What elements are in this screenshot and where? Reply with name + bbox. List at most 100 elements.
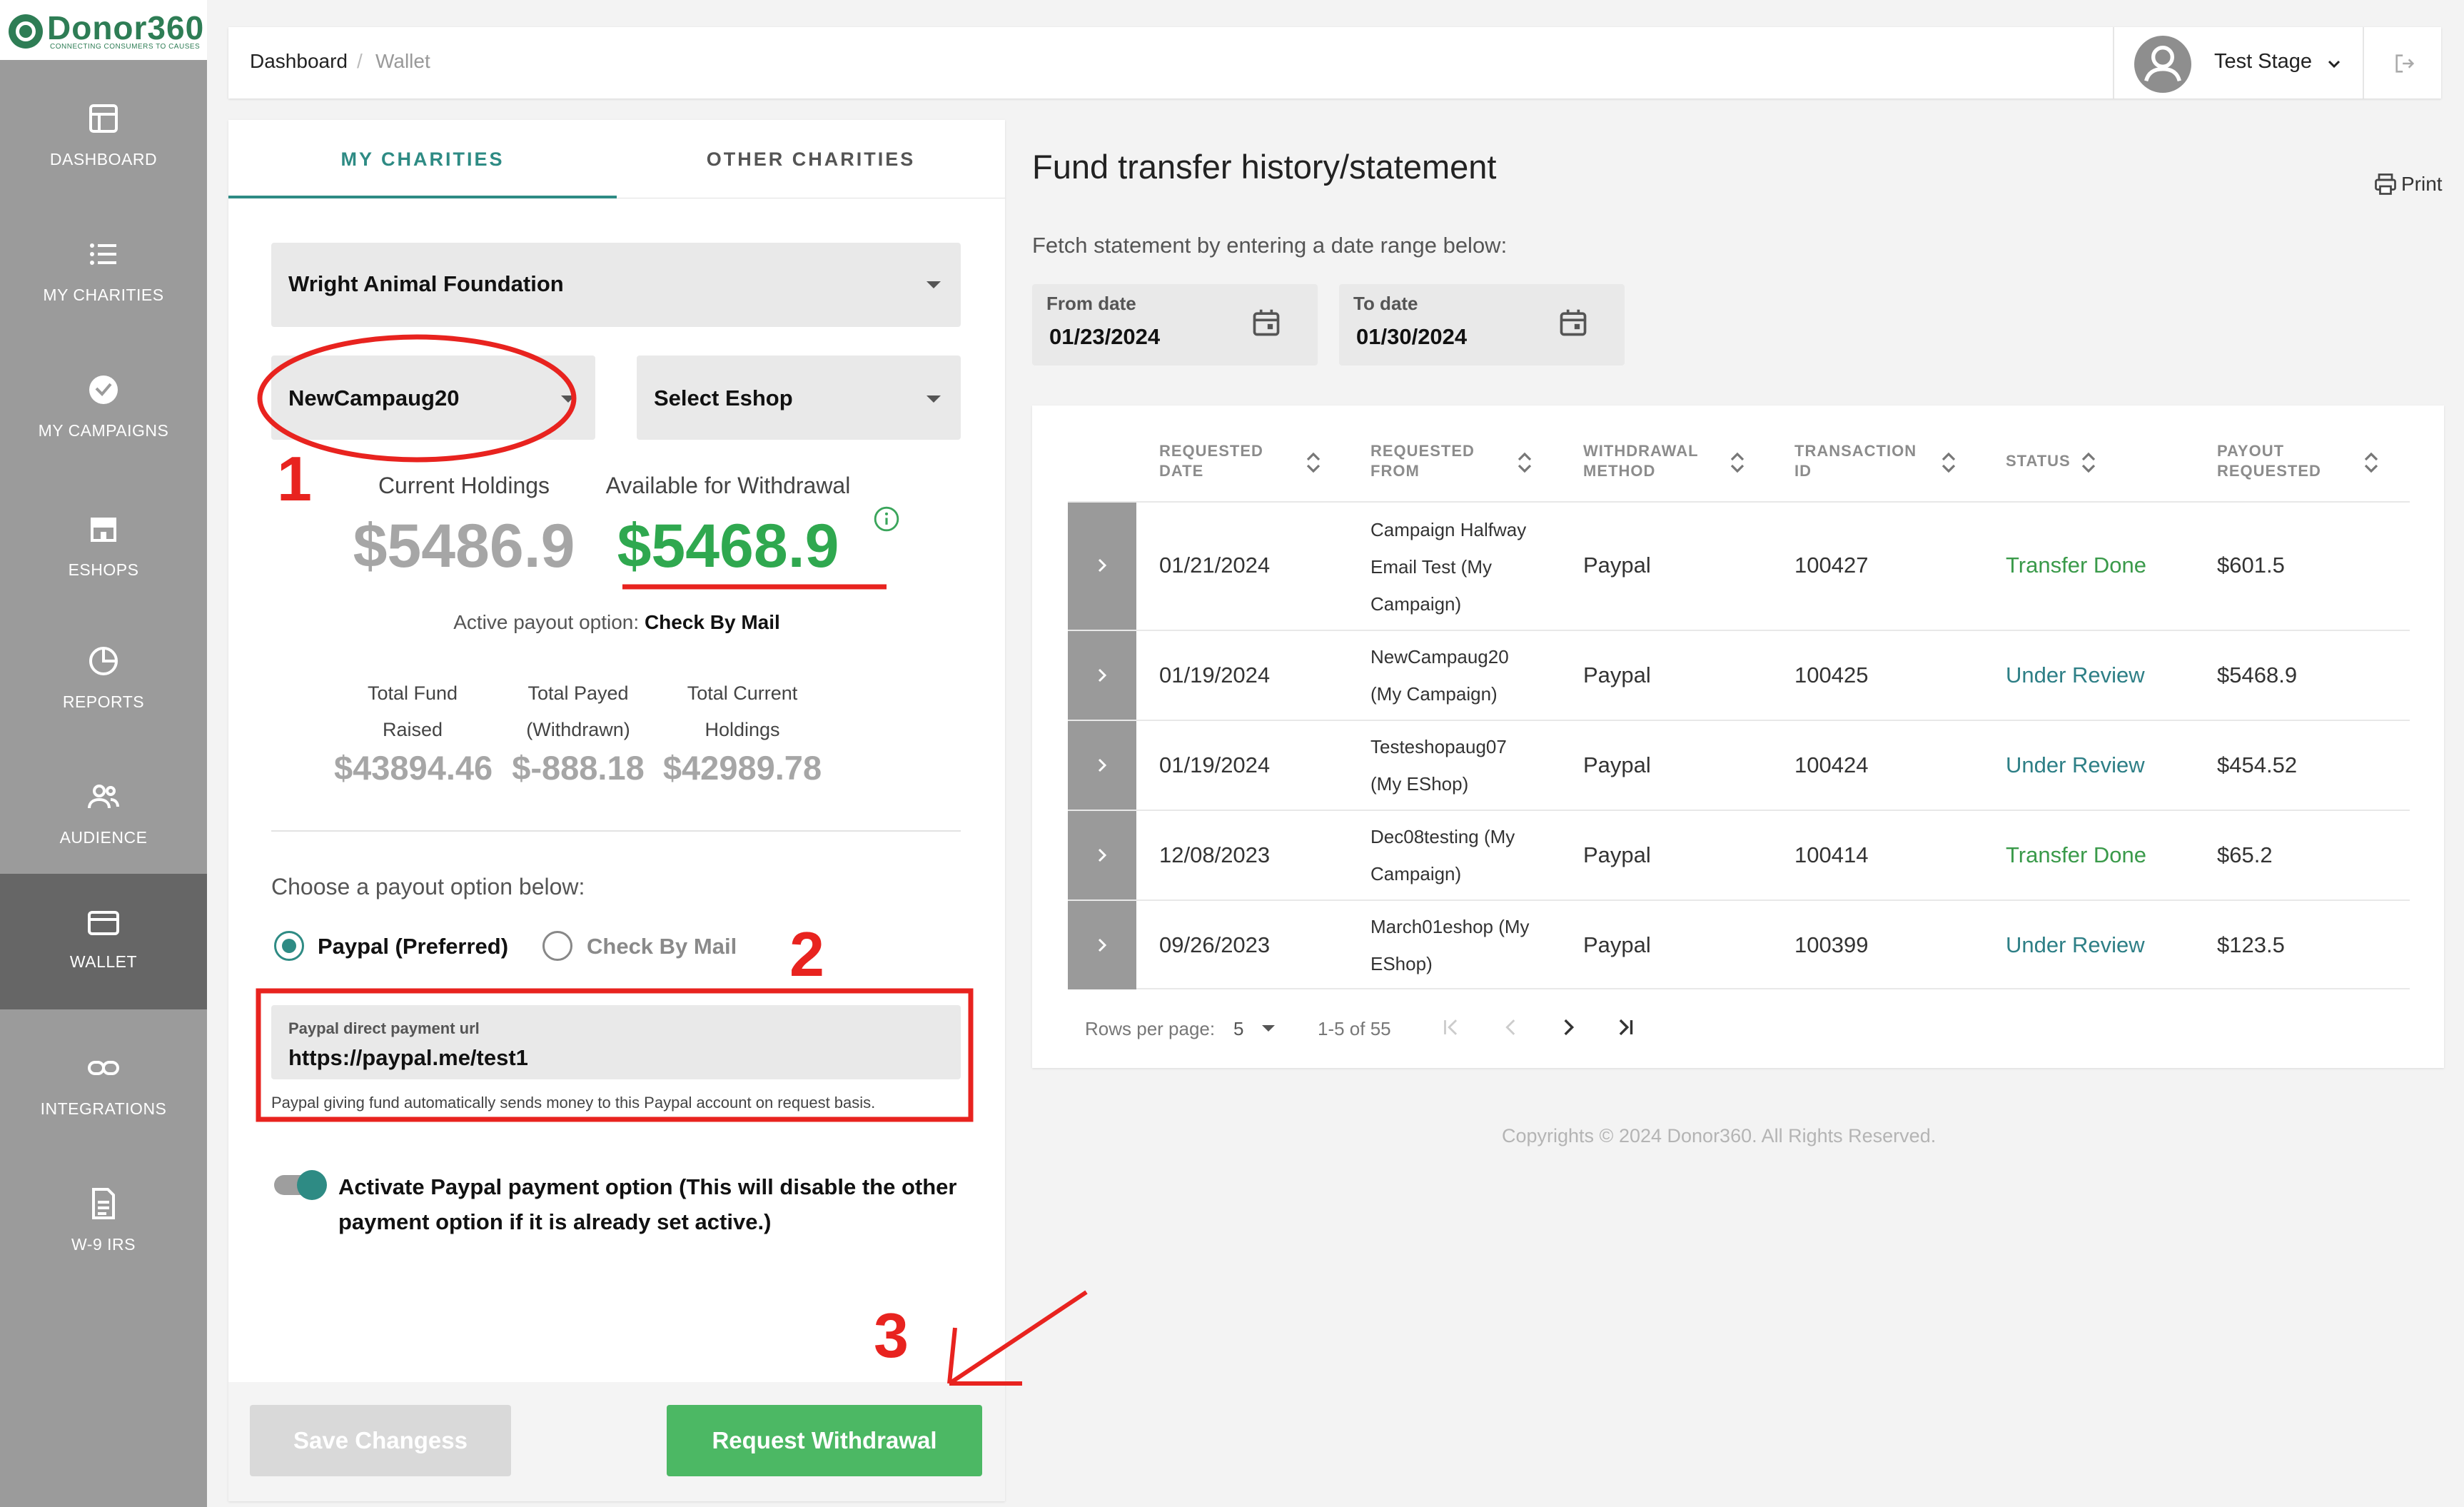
- payout-amount: $123.5: [2217, 932, 2285, 957]
- activate-paypal-line: Activate Paypal payment option (This wil…: [338, 1174, 957, 1199]
- sidebar-item-dashboard[interactable]: DASHBOARD: [0, 71, 207, 207]
- sidebar-item-audience[interactable]: AUDIENCE: [0, 750, 207, 885]
- column-header-withdrawal-method[interactable]: WITHDRAWAL METHOD: [1583, 441, 1699, 481]
- column-header-requested-date[interactable]: REQUESTED DATE: [1159, 441, 1263, 481]
- print-button[interactable]: Print: [2401, 173, 2443, 196]
- stat-value: $-888.18: [512, 749, 645, 787]
- brand-tagline: CONNECTING CONSUMERS TO CAUSES: [50, 43, 201, 51]
- logout-icon[interactable]: [2393, 51, 2417, 76]
- activate-paypal-text: Activate Paypal payment option (This wil…: [338, 1169, 981, 1239]
- printer-icon[interactable]: [2373, 171, 2398, 197]
- status-badge: Under Review: [2006, 662, 2145, 687]
- fund-transfer-table: REQUESTED DATE REQUESTED FROM WITHDRAWAL ME…: [1032, 405, 2444, 1068]
- sort-icon[interactable]: [1305, 450, 1322, 475]
- eshop-select[interactable]: Select Eshop: [637, 356, 961, 440]
- expand-row-button[interactable]: [1068, 631, 1136, 720]
- sidebar-item-eshops[interactable]: ESHOPS: [0, 482, 207, 618]
- payout-amount: $65.2: [2217, 842, 2273, 867]
- stat-total-payed: Total Payed (Withdrawn) $-888.18: [507, 675, 650, 787]
- from-date-field[interactable]: From date 01/23/2024: [1032, 284, 1318, 366]
- status-badge: Under Review: [2006, 752, 2145, 777]
- chevron-down-icon[interactable]: [2326, 56, 2343, 73]
- paypal-help-text: Paypal giving fund automatically sends m…: [271, 1094, 876, 1112]
- table-row[interactable]: 01/21/2024 Campaign Halfway Email Test (M…: [1068, 501, 2410, 630]
- withdrawal-method: Paypal: [1583, 553, 1651, 578]
- table-row[interactable]: 01/19/2024 Testeshopaug07 (My EShop) Payp…: [1068, 720, 2410, 810]
- tab-other-charities[interactable]: OTHER CHARITIES: [617, 148, 1005, 171]
- available-withdrawal-label: Available for Withdrawal: [605, 473, 851, 498]
- sidebar-item-wallet[interactable]: WALLET: [0, 874, 207, 1009]
- sidebar-item-my-campaigns[interactable]: MY CAMPAIGNS: [0, 343, 207, 478]
- sidebar-item-label: MY CAMPAIGNS: [38, 421, 169, 440]
- sidebar-item-reports[interactable]: REPORTS: [0, 614, 207, 750]
- paypal-radio[interactable]: [274, 931, 304, 961]
- requested-date: 12/08/2023: [1159, 842, 1271, 867]
- footer-copyright: Copyrights © 2024 Donor360. All Rights R…: [1502, 1125, 1937, 1146]
- expand-row-button[interactable]: [1068, 901, 1136, 989]
- sort-icon[interactable]: [1516, 450, 1533, 475]
- check-by-mail-option-label[interactable]: Check By Mail: [587, 934, 737, 959]
- sort-icon[interactable]: [1940, 450, 1957, 475]
- avatar[interactable]: [2134, 36, 2191, 93]
- campaign-select[interactable]: NewCampaug20: [271, 356, 595, 440]
- expand-row-button[interactable]: [1068, 811, 1136, 899]
- table-row[interactable]: 01/19/2024 NewCampaug20 (My Campaign) Pay…: [1068, 630, 2410, 720]
- rows-per-page-select[interactable]: 5: [1233, 1018, 1243, 1040]
- chevron-right-icon: [1098, 558, 1107, 573]
- dropdown-arrow-icon: [926, 395, 941, 403]
- sidebar-item-integrations[interactable]: INTEGRATIONS: [0, 1021, 207, 1156]
- stat-total-fund-raised: Total Fund Raised $43894.46: [334, 675, 493, 787]
- tab-my-charities[interactable]: MY CHARITIES: [228, 148, 617, 171]
- request-withdrawal-button[interactable]: Request Withdrawal: [667, 1405, 982, 1476]
- requested-date: 09/26/2023: [1159, 932, 1271, 957]
- activate-paypal-toggle[interactable]: [274, 1170, 327, 1200]
- calendar-icon[interactable]: [1251, 307, 1282, 338]
- sidebar-item-my-charities[interactable]: MY CHARITIES: [0, 207, 207, 343]
- payout-amount: $5468.9: [2217, 662, 2298, 687]
- prev-page-icon[interactable]: [1499, 1015, 1523, 1039]
- activate-paypal-line: payment option if it is already set acti…: [338, 1209, 772, 1234]
- check-by-mail-radio[interactable]: [542, 931, 572, 961]
- first-page-icon[interactable]: [1439, 1015, 1463, 1039]
- sidebar-item-label: REPORTS: [62, 692, 145, 711]
- page-title: Fund transfer history/statement: [1032, 148, 1497, 186]
- expand-row-button[interactable]: [1068, 721, 1136, 810]
- transaction-id: 100425: [1794, 662, 1869, 687]
- info-icon[interactable]: [873, 505, 900, 533]
- paypal-url-field[interactable]: Paypal direct payment url https://paypal…: [271, 1005, 961, 1079]
- pie-chart-icon: [89, 647, 118, 675]
- breadcrumb-separator: /: [357, 50, 363, 72]
- requested-from: Testeshopaug07 (My EShop): [1370, 736, 1507, 795]
- table-row[interactable]: 09/26/2023 March01eshop (My EShop) Paypal…: [1068, 899, 2410, 989]
- status-badge: Transfer Done: [2006, 553, 2146, 578]
- chevron-right-icon: [1098, 848, 1107, 862]
- expand-row-button[interactable]: [1068, 503, 1136, 630]
- paypal-option-label[interactable]: Paypal (Preferred): [318, 934, 508, 959]
- column-header-transaction-id[interactable]: TRANSACTION ID: [1794, 441, 1917, 481]
- sort-icon[interactable]: [2080, 450, 2097, 475]
- charity-select[interactable]: Wright Animal Foundation: [271, 243, 961, 327]
- column-header-requested-from[interactable]: REQUESTED FROM: [1370, 441, 1475, 481]
- table-row[interactable]: 12/08/2023 Dec08testing (My Campaign) Pay…: [1068, 810, 2410, 899]
- withdrawal-method: Paypal: [1583, 842, 1651, 867]
- next-page-icon[interactable]: [1556, 1015, 1580, 1039]
- logo[interactable]: Donor360 CONNECTING CONSUMERS TO CAUSES: [0, 0, 207, 60]
- calendar-icon[interactable]: [1557, 307, 1589, 338]
- transaction-id: 100427: [1794, 553, 1869, 578]
- sidebar-item-w9-irs[interactable]: W-9 IRS: [0, 1156, 207, 1292]
- to-date-field[interactable]: To date 01/30/2024: [1339, 284, 1625, 366]
- breadcrumb-dashboard[interactable]: Dashboard: [250, 50, 348, 73]
- user-name[interactable]: Test Stage: [2214, 50, 2312, 74]
- sort-icon[interactable]: [1729, 450, 1746, 475]
- dropdown-arrow-icon[interactable]: [1262, 1025, 1275, 1032]
- stat-total-current-holdings: Total Current Holdings $42989.78: [657, 675, 828, 787]
- sort-icon[interactable]: [2363, 450, 2380, 475]
- dashboard-icon: [89, 104, 118, 133]
- last-page-icon[interactable]: [1613, 1015, 1637, 1039]
- sidebar-item-label: DASHBOARD: [49, 150, 158, 168]
- eshop-select-value: Select Eshop: [654, 385, 793, 410]
- chevron-right-icon: [1098, 668, 1107, 682]
- save-changes-button[interactable]: Save Changess: [250, 1405, 511, 1476]
- column-header-status[interactable]: STATUS: [2006, 451, 2071, 471]
- column-header-payout-requested[interactable]: PAYOUT REQUESTED: [2217, 441, 2321, 481]
